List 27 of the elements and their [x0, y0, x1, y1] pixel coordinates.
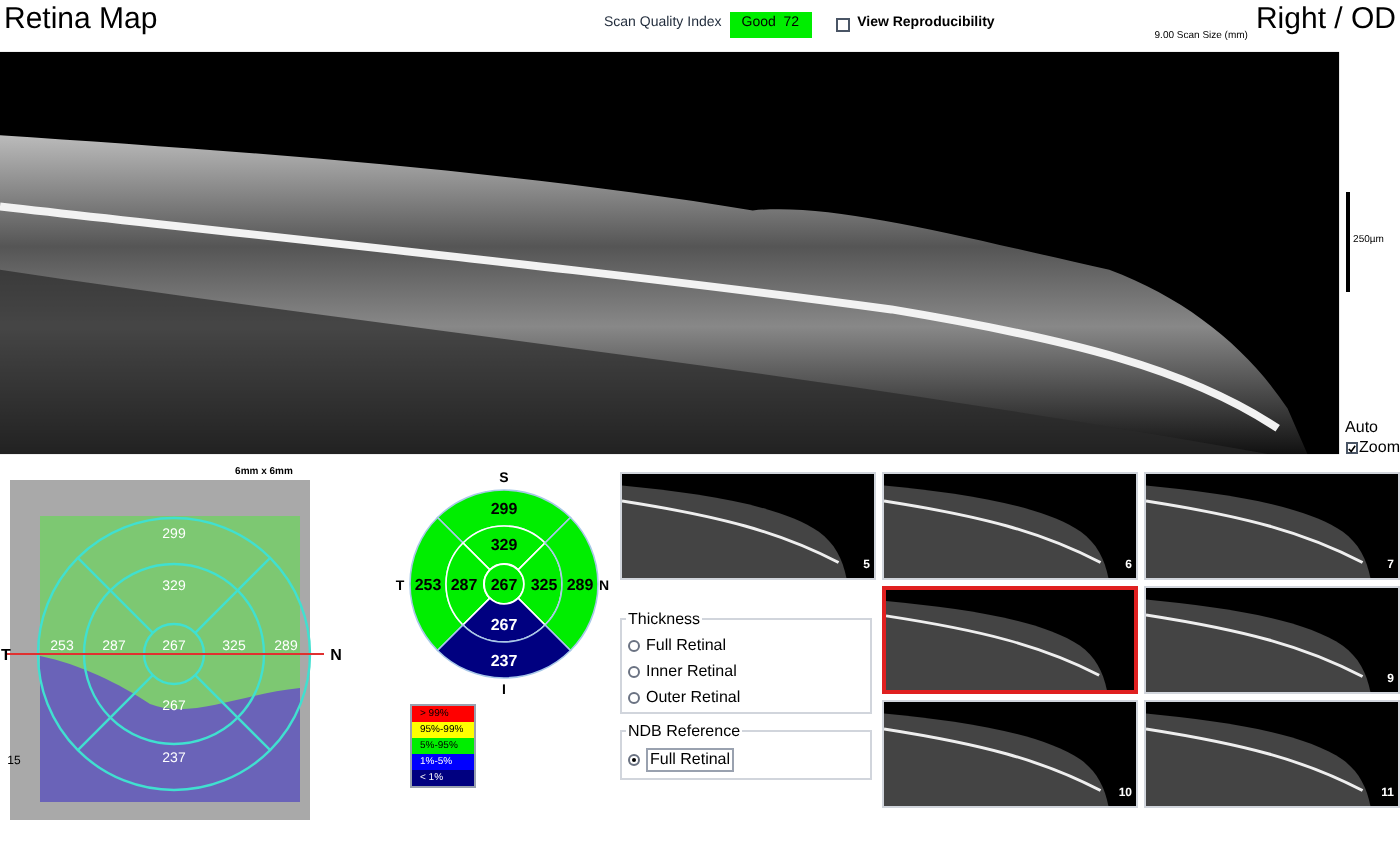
option-label: Full Retinal	[646, 748, 735, 772]
radio-button[interactable]	[628, 754, 640, 766]
radio-button[interactable]	[628, 666, 640, 678]
thickness-value: 267	[490, 576, 518, 594]
scale-bar	[1345, 192, 1350, 292]
eye-label: Right / OD	[1255, 0, 1396, 40]
radio-button[interactable]	[628, 640, 640, 652]
thickness-value: 329	[490, 536, 518, 554]
option-label: Full Retinal	[646, 636, 727, 656]
auto-label: Auto	[1345, 418, 1381, 438]
thickness-value: 287	[450, 576, 478, 594]
thickness-value: 237	[490, 652, 518, 670]
zoom-checkbox[interactable]	[1345, 442, 1358, 454]
nasal-label: N	[330, 646, 342, 664]
temporal-label: T	[1, 646, 11, 664]
thickness-value: 325	[530, 576, 558, 594]
thickness-value: 289	[566, 576, 594, 594]
thickness-value: 253	[414, 576, 442, 594]
reproducibility-checkbox[interactable]	[835, 17, 850, 32]
option-label: Inner Retinal	[646, 662, 737, 682]
thickness-value: 299	[490, 500, 518, 518]
radio-button[interactable]	[628, 692, 640, 704]
scan-thumbnail[interactable]	[882, 586, 1138, 694]
thickness-value: 267	[490, 616, 518, 634]
page-title: Retina Map	[4, 0, 160, 40]
option-label: Outer Retinal	[646, 688, 741, 708]
zoom-label: Zoom	[1359, 438, 1400, 458]
